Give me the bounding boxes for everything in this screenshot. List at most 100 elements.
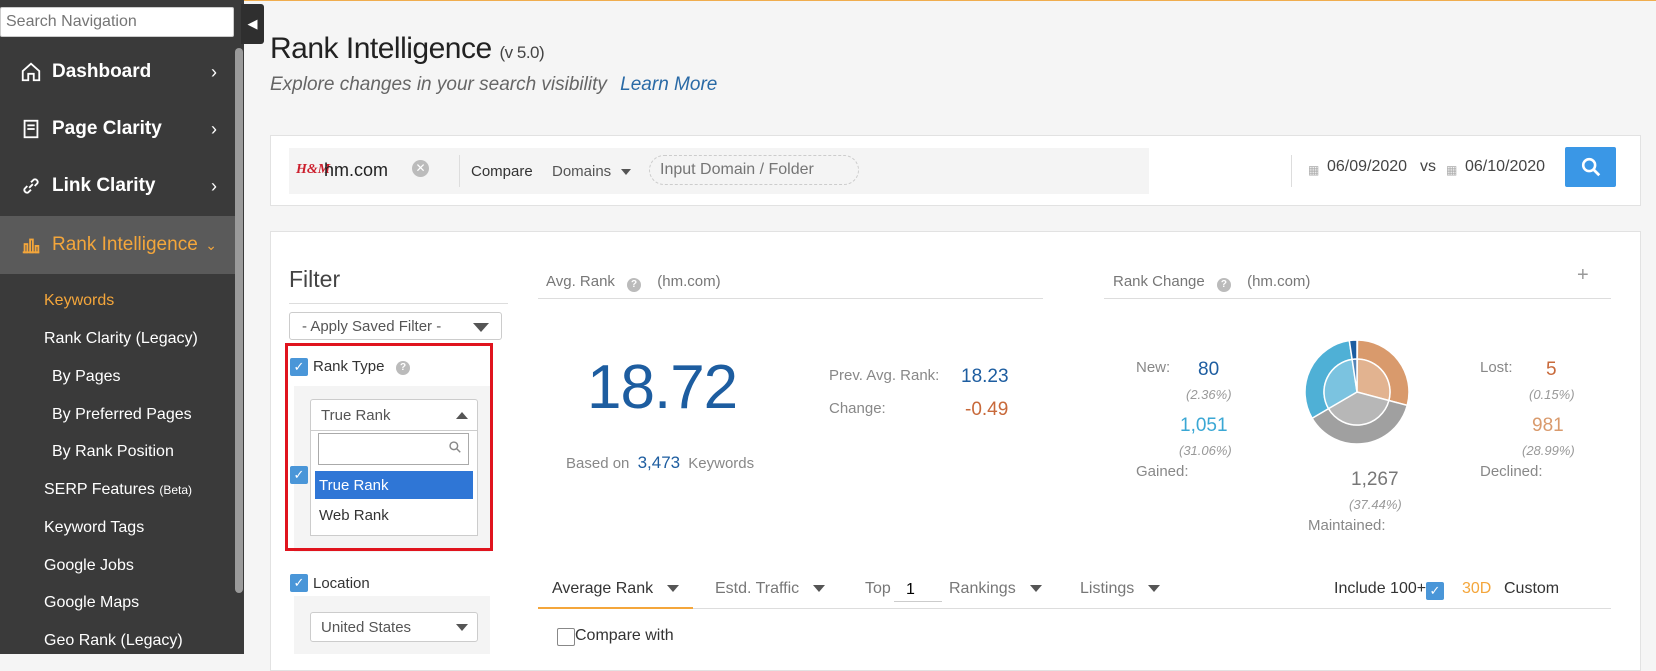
tab-label: Listings: [1080, 580, 1134, 597]
include-100-label: Include 100+: [1334, 580, 1426, 598]
vs-label: vs: [1420, 158, 1436, 176]
plus-icon[interactable]: +: [1577, 264, 1589, 287]
option-web-rank[interactable]: Web Rank: [315, 501, 473, 529]
sidebar-item-link-clarity[interactable]: Link Clarity ›: [0, 157, 235, 215]
search-icon: [448, 440, 462, 454]
document-icon: [20, 118, 42, 140]
compare-type-dropdown[interactable]: Domains: [552, 163, 631, 180]
chevron-down-icon: ⌄: [205, 237, 217, 254]
sidebar-sub-serp-features[interactable]: SERP Features (Beta): [44, 481, 192, 499]
gained-pct: (31.06%): [1179, 443, 1232, 458]
based-on-label: Based on: [566, 455, 629, 472]
divider: [1291, 155, 1292, 187]
sidebar-sub-google-maps[interactable]: Google Maps: [44, 594, 139, 612]
dropdown-search-input[interactable]: [318, 433, 469, 465]
search-navigation-input[interactable]: [0, 7, 234, 37]
compare-label: Compare: [471, 163, 533, 180]
sidebar-sub-geo-rank-legacy[interactable]: Geo Rank (Legacy): [44, 632, 183, 650]
prev-avg-rank-value: 18.23: [961, 366, 1009, 388]
sidebar-sub-google-jobs[interactable]: Google Jobs: [44, 557, 134, 575]
top-label: Top: [865, 580, 891, 598]
sidebar: Dashboard › Page Clarity › Link Clarity …: [0, 0, 244, 654]
sidebar-sub-by-preferred-pages[interactable]: By Preferred Pages: [52, 406, 192, 424]
tab-listings[interactable]: Listings: [1080, 580, 1160, 598]
top-input[interactable]: [894, 578, 942, 602]
version-label: (v 5.0): [500, 43, 545, 62]
saved-filter-value: - Apply Saved Filter -: [302, 318, 441, 335]
divider: [1104, 298, 1611, 299]
learn-more-link[interactable]: Learn More: [620, 74, 717, 95]
sidebar-item-page-clarity[interactable]: Page Clarity ›: [0, 100, 235, 158]
link-icon: [20, 175, 42, 197]
maintained-value: 1,267: [1351, 469, 1399, 491]
sidebar-sub-by-rank-position[interactable]: By Rank Position: [52, 443, 174, 461]
caret-down-icon: [813, 585, 825, 592]
compare-with-label: Compare with: [575, 627, 674, 645]
compare-domain-input[interactable]: [649, 155, 859, 185]
option-true-rank[interactable]: True Rank: [315, 471, 473, 499]
sidebar-sub-label: SERP Features: [44, 481, 155, 498]
location-selected: United States: [321, 619, 411, 636]
date-from[interactable]: 06/09/2020: [1327, 158, 1407, 176]
search-icon: [1580, 156, 1602, 178]
lost-pct: (0.15%): [1529, 387, 1575, 402]
tab-average-rank[interactable]: Average Rank: [552, 580, 679, 598]
sidebar-sub-by-pages[interactable]: By Pages: [52, 368, 120, 386]
avg-rank-value: 18.72: [587, 352, 737, 423]
saved-filter-dropdown[interactable]: - Apply Saved Filter -: [289, 312, 502, 340]
rank-change-header: Rank Change ? (hm.com): [1113, 273, 1310, 291]
bar-chart-icon: [20, 234, 42, 256]
calendar-icon: ▦: [1308, 163, 1319, 177]
calendar-icon: ▦: [1446, 163, 1457, 177]
sidebar-scrollbar[interactable]: [235, 48, 243, 593]
caret-down-icon: [456, 624, 468, 631]
divider: [289, 303, 508, 304]
page-title: Rank Intelligence (v 5.0): [270, 32, 544, 66]
sidebar-item-dashboard[interactable]: Dashboard ›: [0, 43, 235, 101]
prev-avg-rank-label: Prev. Avg. Rank:: [829, 367, 939, 384]
change-label: Change:: [829, 400, 886, 417]
active-tab-indicator: [538, 607, 693, 609]
tab-label: Estd. Traffic: [715, 580, 799, 597]
caret-down-icon: [473, 323, 489, 332]
sidebar-sub-keywords[interactable]: Keywords: [44, 292, 114, 310]
help-icon[interactable]: ?: [1217, 278, 1231, 292]
sidebar-sub-keyword-tags[interactable]: Keyword Tags: [44, 519, 144, 537]
range-30d-link[interactable]: 30D: [1462, 580, 1491, 598]
avg-rank-title: Avg. Rank: [546, 273, 615, 290]
search-button[interactable]: [1565, 147, 1616, 187]
location-checkbox[interactable]: ✓: [290, 574, 308, 592]
sidebar-item-label: Dashboard: [52, 61, 151, 83]
location-label: Location: [313, 575, 370, 592]
based-on-text: Based on 3,473 Keywords: [566, 453, 754, 473]
avg-rank-domain: (hm.com): [657, 273, 720, 290]
divider: [538, 608, 1611, 609]
caret-down-icon: [621, 169, 631, 175]
custom-range-link[interactable]: Custom: [1504, 580, 1559, 598]
clear-icon[interactable]: ✕: [412, 160, 429, 177]
sidebar-sub-rank-clarity-legacy[interactable]: Rank Clarity (Legacy): [44, 330, 198, 348]
include-100-checkbox[interactable]: ✓: [1426, 582, 1444, 600]
date-to[interactable]: 06/10/2020: [1465, 158, 1545, 176]
domain-value: hm.com: [324, 160, 388, 181]
tab-estd-traffic[interactable]: Estd. Traffic: [715, 580, 825, 598]
filter-title: Filter: [289, 266, 340, 293]
top-accent-line: [244, 0, 1656, 1]
collapse-sidebar-button[interactable]: ◀: [241, 4, 264, 44]
sidebar-item-rank-intelligence[interactable]: Rank Intelligence ⌄: [0, 216, 235, 274]
home-icon: [20, 61, 42, 83]
compare-with-checkbox[interactable]: [557, 628, 575, 646]
rank-change-title: Rank Change: [1113, 273, 1205, 290]
divider: [459, 155, 460, 187]
help-icon[interactable]: ?: [627, 278, 641, 292]
change-value: -0.49: [965, 399, 1008, 421]
location-select[interactable]: United States: [310, 612, 478, 642]
new-value: 80: [1198, 359, 1219, 381]
tab-rankings[interactable]: Rankings: [949, 580, 1042, 598]
keywords-label: Keywords: [688, 455, 754, 472]
rank-change-donut: [1304, 339, 1410, 445]
sidebar-item-label: Rank Intelligence: [52, 234, 198, 256]
lost-label: Lost:: [1480, 359, 1513, 376]
maintained-pct: (37.44%): [1349, 497, 1402, 512]
chevron-right-icon: ›: [211, 176, 217, 197]
